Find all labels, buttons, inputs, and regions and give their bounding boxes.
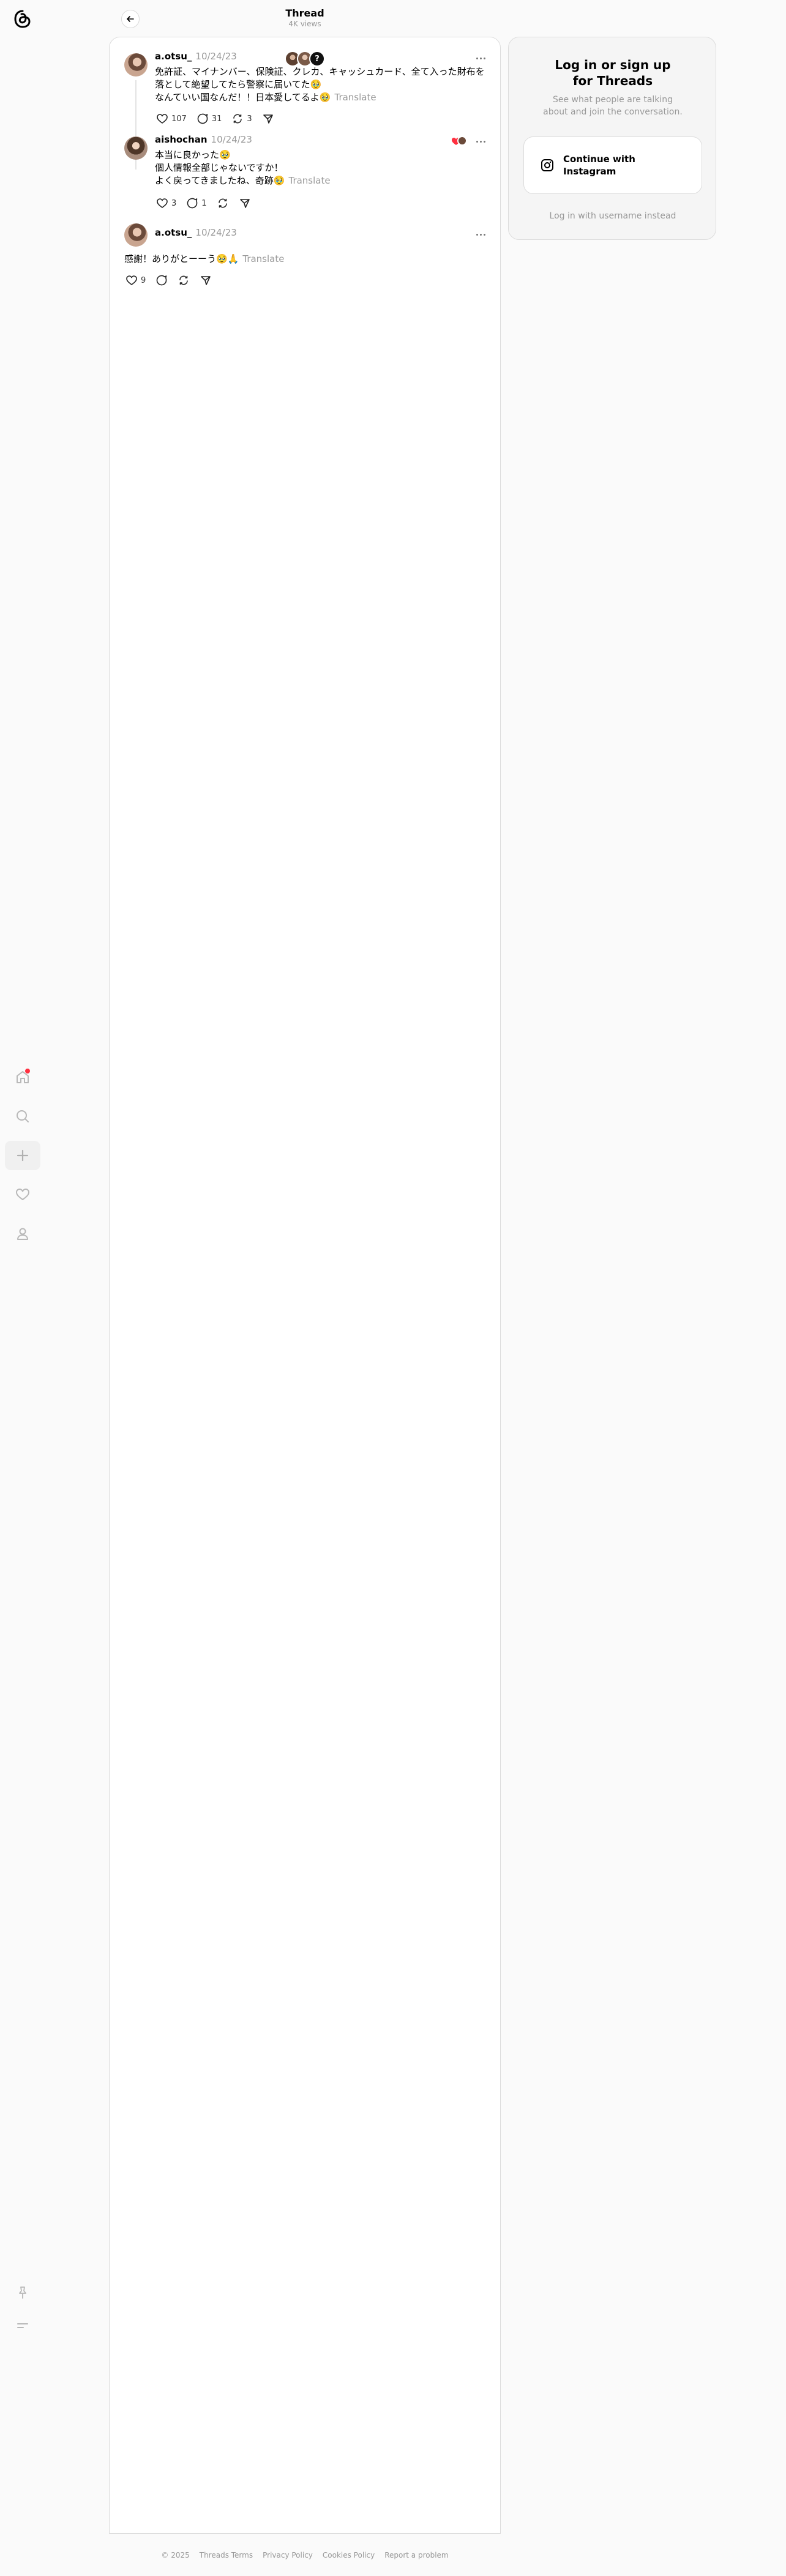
username[interactable]: a.otsu_ bbox=[155, 227, 192, 238]
nav-activity[interactable] bbox=[5, 1180, 40, 1209]
reply-button[interactable]: 31 bbox=[193, 110, 226, 127]
more-icon[interactable] bbox=[473, 53, 488, 63]
translate-link[interactable]: Translate bbox=[242, 253, 284, 264]
reply-button[interactable]: 1 bbox=[182, 195, 210, 212]
login-with-username-link[interactable]: Log in with username instead bbox=[509, 211, 717, 221]
plus-icon bbox=[17, 1149, 29, 1162]
share-icon bbox=[239, 199, 250, 208]
liked-by-author-icon bbox=[452, 136, 467, 146]
post-date: 10/24/23 bbox=[195, 227, 237, 238]
share-icon bbox=[263, 114, 273, 124]
like-count: 107 bbox=[171, 114, 187, 124]
share-button[interactable] bbox=[258, 110, 278, 127]
post-text: 本当に良かった🥹 個人情報全部じゃないですか！ よく戻ってきましたね、奇跡🥹 Tr… bbox=[155, 149, 331, 186]
share-button[interactable] bbox=[235, 195, 255, 212]
reply-count: 1 bbox=[201, 198, 207, 208]
profile-icon bbox=[17, 1228, 28, 1240]
post-actions: 107 31 3 bbox=[152, 110, 278, 128]
continue-with-instagram-button[interactable]: Continue with Instagram bbox=[523, 136, 702, 194]
heart-icon bbox=[126, 275, 137, 285]
share-button[interactable] bbox=[196, 272, 215, 289]
reply-button[interactable] bbox=[152, 272, 171, 289]
heart-icon bbox=[157, 114, 168, 124]
like-count: 9 bbox=[141, 275, 146, 285]
avatar[interactable] bbox=[124, 223, 148, 247]
like-button[interactable]: 107 bbox=[152, 110, 190, 127]
post-date: 10/24/23 bbox=[195, 51, 237, 62]
more-icon[interactable] bbox=[473, 136, 488, 146]
notification-dot bbox=[25, 1069, 30, 1073]
reply-icon bbox=[197, 113, 208, 124]
copyright: © 2025 bbox=[161, 2551, 190, 2559]
footer: © 2025 Threads Terms Privacy Policy Cook… bbox=[0, 2551, 610, 2559]
repost-button[interactable] bbox=[213, 195, 233, 212]
thread-feed: a.otsu_ 10/24/23 ? 免許証、マイナンバー、保険証、クレカ、キャッ… bbox=[109, 37, 501, 2534]
instagram-icon bbox=[541, 159, 553, 171]
like-count: 3 bbox=[171, 198, 177, 208]
reply-icon bbox=[187, 198, 198, 209]
like-button[interactable]: 3 bbox=[152, 195, 180, 212]
threads-app: Thread 4K views a.otsu_ 10/24/23 ? 免許証、マイ… bbox=[0, 0, 786, 2576]
privacy-link[interactable]: Privacy Policy bbox=[263, 2551, 313, 2559]
repost-count: 3 bbox=[247, 114, 252, 124]
repost-icon bbox=[233, 114, 242, 124]
like-button[interactable]: 9 bbox=[122, 272, 149, 289]
share-icon bbox=[201, 276, 211, 285]
translate-link[interactable]: Translate bbox=[288, 175, 330, 186]
avatar[interactable] bbox=[124, 53, 148, 77]
pin-icon bbox=[19, 2287, 26, 2299]
report-problem-link[interactable]: Report a problem bbox=[384, 2551, 448, 2559]
nav-home[interactable] bbox=[5, 1062, 40, 1092]
pin-button[interactable] bbox=[5, 2278, 40, 2307]
repost-button[interactable] bbox=[174, 272, 193, 289]
nav-create[interactable] bbox=[5, 1141, 40, 1170]
post-actions: 9 bbox=[122, 271, 215, 289]
page-title: Thread bbox=[285, 7, 324, 19]
reply-count-badge: ? bbox=[309, 51, 325, 67]
nav-search[interactable] bbox=[5, 1102, 40, 1131]
avatar[interactable] bbox=[124, 136, 148, 160]
terms-link[interactable]: Threads Terms bbox=[200, 2551, 253, 2559]
cookies-link[interactable]: Cookies Policy bbox=[323, 2551, 375, 2559]
menu-button[interactable] bbox=[5, 2311, 40, 2340]
reply-icon bbox=[157, 275, 167, 286]
heart-icon bbox=[16, 1189, 29, 1200]
username[interactable]: aishochan bbox=[155, 134, 208, 145]
instagram-button-label: Continue with Instagram bbox=[563, 154, 635, 177]
login-card: Log in or sign up for Threads See what p… bbox=[508, 37, 716, 240]
login-subtitle: See what people are talking about and jo… bbox=[543, 95, 683, 117]
nav-profile[interactable] bbox=[5, 1219, 40, 1249]
post-date: 10/24/23 bbox=[211, 134, 252, 145]
search-icon bbox=[17, 1110, 29, 1122]
username[interactable]: a.otsu_ bbox=[155, 51, 192, 62]
login-title: Log in or sign up for Threads bbox=[555, 58, 671, 88]
post-text: 免許証、マイナンバー、保険証、クレカ、キャッシュカード、全て入った財布を 落とし… bbox=[155, 66, 485, 103]
reply-count: 31 bbox=[211, 114, 222, 124]
reply-avatars[interactable]: ? bbox=[285, 51, 331, 67]
repost-icon bbox=[179, 275, 189, 285]
repost-icon bbox=[218, 198, 227, 208]
more-icon[interactable] bbox=[473, 230, 488, 239]
menu-icon bbox=[17, 2323, 28, 2328]
view-count: 4K views bbox=[288, 20, 321, 28]
translate-link[interactable]: Translate bbox=[334, 92, 376, 103]
heart-icon bbox=[157, 198, 168, 208]
post-actions: 3 1 bbox=[152, 194, 255, 212]
post-text: 感謝！ありがとーーう🥹🙏 Translate bbox=[124, 253, 285, 264]
repost-button[interactable]: 3 bbox=[228, 110, 255, 127]
